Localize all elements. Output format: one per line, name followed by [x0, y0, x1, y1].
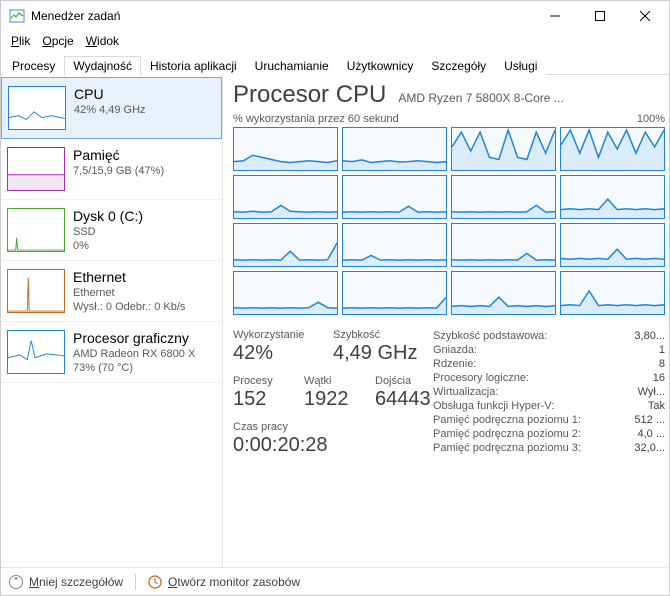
app-icon — [9, 8, 25, 24]
tab-users[interactable]: Użytkownicy — [338, 56, 423, 75]
value-util: 42% — [233, 342, 317, 365]
sidebar-cpu-name: CPU — [74, 86, 217, 102]
sidebar-memory-name: Pamięć — [73, 147, 218, 163]
sidebar-item-memory[interactable]: Pamięć 7,5/15,9 GB (47%) — [1, 139, 222, 200]
graph-left-label: % wykorzystania przez 60 sekund — [233, 113, 399, 125]
sidebar-item-gpu[interactable]: Procesor graficzny AMD Radeon RX 6800 X 73… — [1, 322, 222, 383]
sidebar-item-disk[interactable]: Dysk 0 (C:) SSD 0% — [1, 200, 222, 261]
detail-row: Pamięć podręczna poziomu 1:512 ... — [433, 413, 665, 427]
core-graph — [233, 223, 338, 267]
label-handles: Dojścia — [375, 375, 431, 387]
cpu-details-list: Szybkość podstawowa:3,80...Gniazda:1Rdze… — [433, 329, 665, 457]
label-uptime: Czas pracy — [233, 421, 433, 433]
minimize-button[interactable] — [532, 2, 577, 31]
tab-processes[interactable]: Procesy — [3, 56, 64, 75]
detail-row: Obsługa funkcji Hyper-V:Tak — [433, 399, 665, 413]
footer: ⌃ Mniej szczegółów Otwórz monitor zasobó… — [1, 567, 669, 595]
value-speed: 4,49 GHz — [333, 342, 417, 365]
menu-file[interactable]: Plik — [5, 32, 36, 50]
core-graph — [342, 175, 447, 219]
sidebar-net-sub1: Ethernet — [73, 287, 218, 299]
sidebar-disk-sub2: 0% — [73, 240, 218, 252]
core-graph — [560, 271, 665, 315]
sidebar-gpu-name: Procesor graficzny — [73, 330, 218, 346]
cpu-model: AMD Ryzen 7 5800X 8-Core ... — [398, 91, 665, 105]
sidebar: CPU42% 4,49 GHz Pamięć7,5/15,9 GB (47%) … — [1, 75, 223, 567]
core-graph — [233, 175, 338, 219]
separator — [135, 574, 136, 590]
detail-row: Procesory logiczne:16 — [433, 371, 665, 385]
sidebar-cpu-sub: 42% 4,49 GHz — [74, 104, 217, 116]
core-graph — [342, 127, 447, 171]
tabs: Procesy Wydajność Historia aplikacji Uru… — [1, 53, 669, 75]
core-graph — [560, 175, 665, 219]
core-graph — [451, 127, 556, 171]
core-graph — [233, 271, 338, 315]
detail-row: Pamięć podręczna poziomu 3:32,0... — [433, 441, 665, 455]
core-graph — [342, 223, 447, 267]
cpu-core-graphs — [233, 127, 665, 315]
label-processes: Procesy — [233, 375, 288, 387]
core-graph — [451, 223, 556, 267]
menu-options[interactable]: Opcje — [36, 32, 79, 50]
core-graph — [233, 127, 338, 171]
close-button[interactable] — [622, 2, 667, 31]
value-uptime: 0:00:20:28 — [233, 434, 433, 457]
page-title: Procesor CPU — [233, 81, 386, 109]
tab-services[interactable]: Usługi — [495, 56, 546, 75]
value-processes: 152 — [233, 388, 288, 411]
detail-row: Wirtualizacja:Wył... — [433, 385, 665, 399]
sidebar-memory-sub: 7,5/15,9 GB (47%) — [73, 165, 218, 177]
sidebar-disk-name: Dysk 0 (C:) — [73, 208, 218, 224]
value-threads: 1922 — [304, 388, 359, 411]
core-graph — [451, 175, 556, 219]
tab-performance[interactable]: Wydajność — [64, 56, 141, 75]
core-graph — [560, 223, 665, 267]
sidebar-net-name: Ethernet — [73, 269, 218, 285]
detail-row: Pamięć podręczna poziomu 2:4,0 ... — [433, 427, 665, 441]
sidebar-item-network[interactable]: Ethernet Ethernet Wysł.: 0 Odebr.: 0 Kb/s — [1, 261, 222, 322]
graph-right-label: 100% — [637, 113, 665, 125]
tab-details[interactable]: Szczegóły — [422, 56, 495, 75]
detail-row: Gniazda:1 — [433, 343, 665, 357]
tab-apphistory[interactable]: Historia aplikacji — [141, 56, 246, 75]
label-threads: Wątki — [304, 375, 359, 387]
core-graph — [560, 127, 665, 171]
sidebar-item-cpu[interactable]: CPU 42% 4,49 GHz — [1, 77, 222, 139]
sidebar-net-sub2: Wysł.: 0 Odebr.: 0 Kb/s — [73, 301, 218, 313]
menu-view[interactable]: Widok — [80, 32, 125, 50]
window-title: Menedżer zadań — [31, 9, 532, 23]
titlebar: Menedżer zadań — [1, 1, 669, 31]
value-handles: 64443 — [375, 388, 431, 411]
open-resmon-link[interactable]: Otwórz monitor zasobów — [168, 575, 300, 589]
sidebar-gpu-sub2: 73% (70 °C) — [73, 362, 218, 374]
menubar: Plik Opcje Widok — [1, 31, 669, 51]
core-graph — [342, 271, 447, 315]
core-graph — [451, 271, 556, 315]
tab-startup[interactable]: Uruchamianie — [246, 56, 338, 75]
detail-row: Rdzenie:8 — [433, 357, 665, 371]
detail-row: Szybkość podstawowa:3,80... — [433, 329, 665, 343]
main-panel: Procesor CPU AMD Ryzen 7 5800X 8-Core ..… — [223, 75, 669, 567]
fewer-details-link[interactable]: Mniej szczegółów — [29, 575, 123, 589]
chevron-up-icon[interactable]: ⌃ — [9, 575, 23, 589]
maximize-button[interactable] — [577, 2, 622, 31]
label-util: Wykorzystanie — [233, 329, 317, 341]
resmon-icon — [148, 575, 162, 589]
sidebar-disk-sub1: SSD — [73, 226, 218, 238]
sidebar-gpu-sub1: AMD Radeon RX 6800 X — [73, 348, 218, 360]
label-speed: Szybkość — [333, 329, 417, 341]
